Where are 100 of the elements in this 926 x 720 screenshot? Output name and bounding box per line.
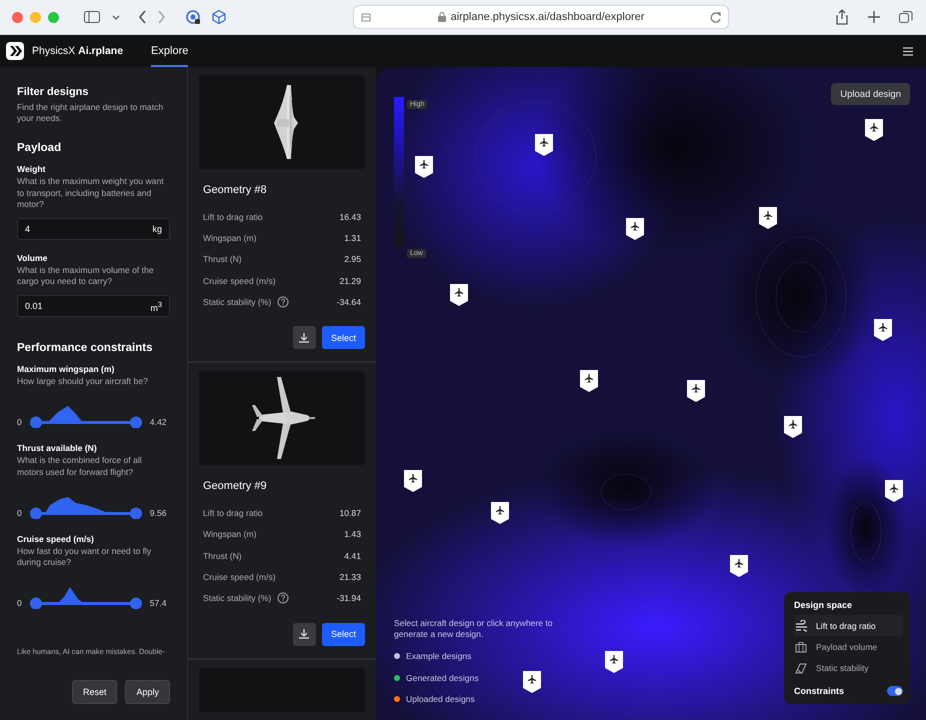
section-heading: Payload <box>17 142 62 154</box>
download-icon <box>298 332 310 344</box>
property-name: Wingspan (m) <box>203 232 256 243</box>
slider-help: How fast do you want or need to fly during cruise? <box>17 546 152 568</box>
map-pin[interactable] <box>625 217 645 241</box>
design-title: Geometry #9 <box>203 480 268 492</box>
property-name: Thrust (N) <box>203 254 242 264</box>
slider-min: 0 <box>17 597 22 608</box>
menu-icon[interactable] <box>902 46 914 56</box>
map-pin[interactable] <box>864 118 884 142</box>
property-value: 21.29 <box>339 276 361 286</box>
property-value: -31.94 <box>336 593 361 604</box>
privacy-icon[interactable] <box>185 9 201 25</box>
download-icon <box>298 628 310 640</box>
map-pin[interactable] <box>522 670 542 694</box>
field-label: Volume <box>17 252 48 263</box>
map-pin[interactable] <box>490 501 510 525</box>
wedge-icon <box>795 662 807 674</box>
close-button[interactable] <box>12 12 23 22</box>
url-text: airplane.physicsx.ai/dashboard/explorer <box>450 11 644 23</box>
slider-max: 4.42 <box>150 416 167 428</box>
map-pin[interactable] <box>604 650 624 674</box>
slider-help: How large should your aircraft be? <box>17 376 149 388</box>
design-space-option[interactable]: Lift to drag ratio <box>794 615 903 636</box>
wind-icon <box>795 620 807 632</box>
slider-label: Maximum wingspan (m) <box>17 364 116 374</box>
slider-help: What is the combined force of all motors used for forward flight? <box>17 455 143 478</box>
section-heading: Performance constraints <box>17 342 154 354</box>
property-name: Static stability (%) <box>203 296 272 307</box>
property-name: Thrust (N) <box>203 550 242 561</box>
design-title: Geometry #8 <box>203 184 268 196</box>
property-name: Cruise speed (m/s) <box>203 572 276 582</box>
map-pin[interactable] <box>534 133 554 157</box>
select-button[interactable]: Select <box>322 326 365 350</box>
help-icon[interactable] <box>277 592 290 604</box>
lock-icon <box>436 11 447 23</box>
sidebar-icon[interactable] <box>83 9 101 25</box>
number-field[interactable]: 4 kg <box>17 218 170 240</box>
map-pin[interactable] <box>873 318 893 342</box>
map-pin[interactable] <box>403 469 423 493</box>
brand-name: PhysicsX Ai.rplane <box>32 45 124 57</box>
property-name: Static stability (%) <box>203 593 272 604</box>
field-help: What is the maximum weight you want to transport, including batteries and motor? <box>17 176 165 210</box>
help-icon[interactable] <box>277 296 290 308</box>
property-value: 21.33 <box>339 572 361 582</box>
cube-icon[interactable] <box>211 9 227 25</box>
field-help: What is the maximum volume of the cargo you need to carry? <box>17 264 155 288</box>
download-button[interactable] <box>292 622 316 646</box>
legend-label: Generated designs <box>406 672 479 682</box>
slider-max: 57.4 <box>150 597 167 608</box>
property-name: Lift to drag ratio <box>203 508 263 518</box>
field-label: Weight <box>17 164 46 174</box>
slider-label: Thrust available (N) <box>17 443 98 454</box>
reset-button[interactable]: Reset <box>72 680 118 704</box>
map-pin[interactable] <box>758 206 778 230</box>
select-button[interactable]: Select <box>322 622 365 646</box>
property-value: 4.41 <box>344 550 361 561</box>
legend-label: Example designs <box>406 651 472 661</box>
slider-label: Cruise speed (m/s) <box>17 534 95 544</box>
map-pin[interactable] <box>729 554 749 578</box>
logo-icon[interactable] <box>6 42 24 60</box>
tabs-icon[interactable] <box>898 9 914 25</box>
new-tab-icon[interactable] <box>866 9 882 25</box>
briefcase-icon <box>795 640 807 652</box>
property-name: Lift to drag ratio <box>203 212 263 222</box>
number-field[interactable]: 0.01 m$^{3}$ <box>17 295 170 318</box>
map-pin[interactable] <box>579 369 599 393</box>
chevron-down-icon[interactable] <box>111 13 121 21</box>
panel-title: Filter designs <box>17 86 90 98</box>
slider-max: 9.56 <box>150 506 167 518</box>
constraints-toggle[interactable] <box>887 686 903 696</box>
property-value: -34.64 <box>336 296 361 307</box>
design-space-option[interactable]: Payload volume <box>794 636 903 657</box>
map-pin[interactable] <box>783 415 803 439</box>
property-value: 16.43 <box>339 212 361 222</box>
map-pin[interactable] <box>884 479 904 503</box>
address-bar[interactable]: airplane.physicsx.ai/dashboard/explorer <box>352 5 728 29</box>
property-name: Wingspan (m) <box>203 529 256 540</box>
download-button[interactable] <box>292 326 316 350</box>
contour-map[interactable] <box>376 67 926 720</box>
map-pin[interactable] <box>449 283 469 307</box>
legend-label: Uploaded designs <box>406 694 475 704</box>
map-hint: Select aircraft design or click anywhere to generate a new design. <box>394 618 554 640</box>
panel-description: Find the right airplane design to match your needs. <box>17 102 164 124</box>
map-pin[interactable] <box>686 379 706 403</box>
property-name: Cruise speed (m/s) <box>203 276 276 286</box>
property-value: 10.87 <box>339 508 361 518</box>
map-pin[interactable] <box>414 155 434 179</box>
reload-icon[interactable] <box>708 11 722 23</box>
back-icon[interactable] <box>137 9 147 25</box>
panel-title: Design space <box>794 600 854 610</box>
toggle-label: Constraints <box>794 686 844 696</box>
apply-button[interactable]: Apply <box>125 680 170 704</box>
page-icon <box>360 11 372 23</box>
slider-min: 0 <box>17 506 22 518</box>
design-space-option[interactable]: Static stability <box>794 657 903 678</box>
property-value: 1.43 <box>344 529 361 540</box>
property-value: 2.95 <box>344 254 361 264</box>
upload-button[interactable]: Upload design <box>831 83 910 105</box>
share-icon[interactable] <box>834 9 850 25</box>
